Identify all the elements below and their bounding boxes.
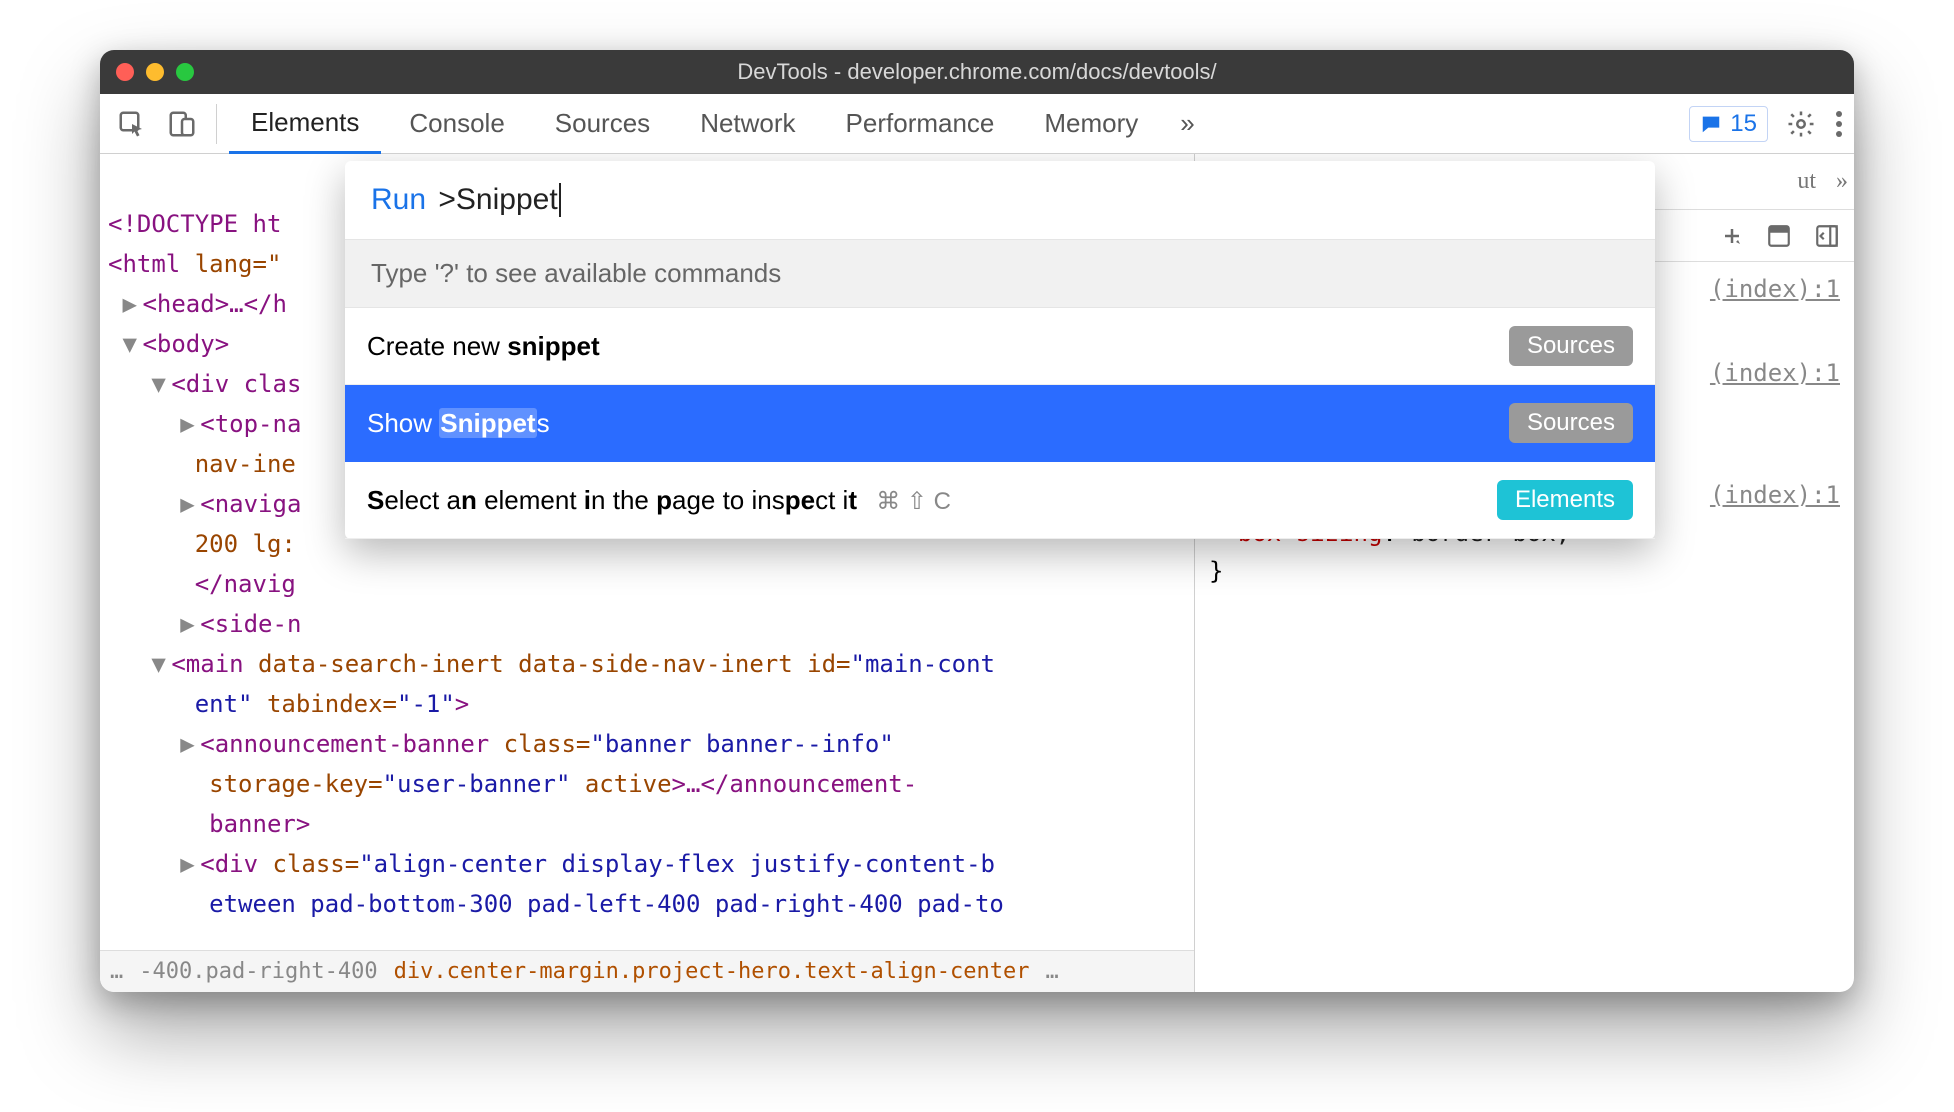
dom-breadcrumb[interactable]: … -400.pad-right-400 div.center-margin.p… [100,950,1194,992]
titlebar: DevTools - developer.chrome.com/docs/dev… [100,50,1854,94]
command-chip: Elements [1497,480,1633,520]
main-tabbar: Elements Console Sources Network Perform… [100,94,1854,154]
breadcrumb-item[interactable]: -400.pad-right-400 [139,952,377,992]
source-link[interactable]: (index):1 [1710,270,1840,308]
devtools-window: DevTools - developer.chrome.com/docs/dev… [100,50,1854,992]
source-link[interactable]: (index):1 [1710,476,1840,514]
tab-sources[interactable]: Sources [533,94,672,154]
breadcrumb-current[interactable]: div.center-margin.project-hero.text-alig… [394,952,1030,992]
tabs-overflow-icon[interactable]: » [1166,108,1208,139]
command-shortcut: ⌘ ⇧ C [876,488,951,515]
styles-overflow-icon[interactable]: » [1830,168,1854,195]
breadcrumb-ellipsis[interactable]: … [110,952,123,992]
source-link[interactable]: (index):1 [1710,354,1840,392]
command-item-show-snippets[interactable]: Show Snippets Sources [345,385,1655,462]
tab-network[interactable]: Network [678,94,817,154]
command-query: >Snippet [438,183,560,217]
command-chip: Sources [1509,403,1633,443]
styles-tab-fragment[interactable]: ut [1791,168,1822,195]
window-title: DevTools - developer.chrome.com/docs/dev… [100,59,1854,85]
command-item-create-snippet[interactable]: Create new snippet Sources [345,308,1655,385]
issues-count: 15 [1730,110,1757,138]
kebab-menu-icon[interactable] [1834,109,1844,139]
issues-button[interactable]: 15 [1689,106,1768,142]
separator [216,104,217,144]
command-item-select-element[interactable]: Select an element in the page to inspect… [345,462,1655,539]
tab-performance[interactable]: Performance [824,94,1017,154]
tab-console[interactable]: Console [387,94,526,154]
command-hint: Type '?' to see available commands [345,239,1655,308]
command-input[interactable]: Run >Snippet [345,161,1655,239]
device-toggle-icon[interactable] [160,102,204,146]
settings-icon[interactable] [1786,109,1816,139]
command-prefix: Run [371,183,426,217]
tab-elements[interactable]: Elements [229,94,381,154]
command-menu: Run >Snippet Type '?' to see available c… [345,161,1655,539]
toggle-computed-icon[interactable] [1766,223,1792,249]
content-area: <!DOCTYPE ht <html lang=" ▶<head>…</h ▼<… [100,154,1854,992]
chat-icon [1700,113,1722,135]
toggle-sidebar-icon[interactable] [1814,223,1840,249]
tab-memory[interactable]: Memory [1022,94,1160,154]
add-rule-icon[interactable] [1720,224,1744,248]
command-chip: Sources [1509,326,1633,366]
breadcrumb-ellipsis[interactable]: … [1045,952,1058,992]
inspect-element-icon[interactable] [110,102,154,146]
